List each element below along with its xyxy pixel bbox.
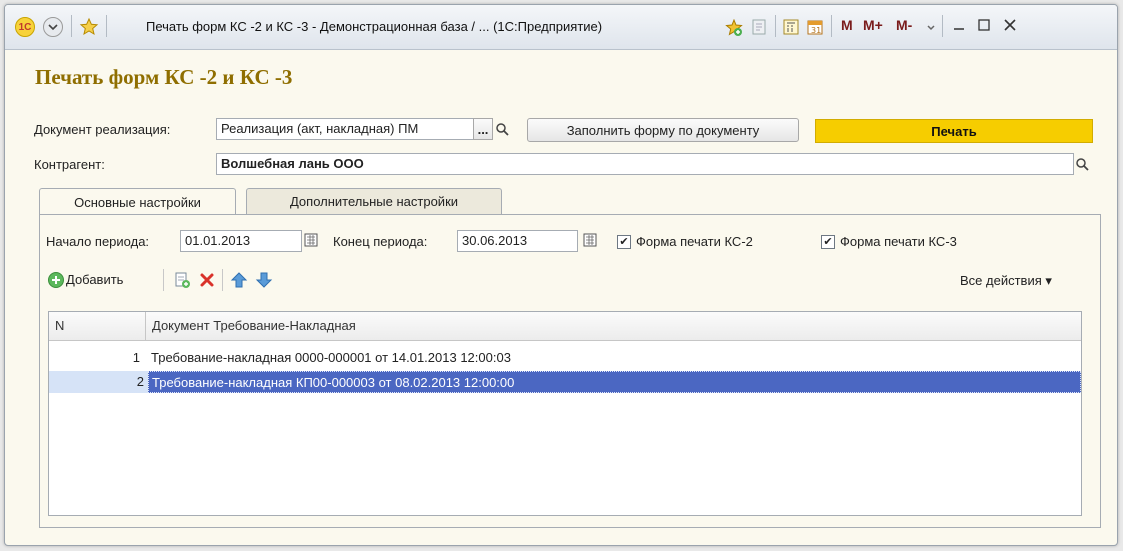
- counterparty-label: Контрагент:: [34, 157, 105, 172]
- counterparty-search-icon[interactable]: [1073, 154, 1091, 174]
- menu-dropdown-icon[interactable]: [43, 17, 63, 37]
- period-start-field[interactable]: 01.01.2013: [180, 230, 302, 252]
- svg-text:31: 31: [811, 26, 821, 35]
- maximize-icon[interactable]: [976, 17, 992, 38]
- add-favorite-icon[interactable]: [725, 18, 743, 36]
- page-title: Печать форм КС -2 и КС -3: [35, 65, 293, 89]
- document-label: Документ реализация:: [34, 122, 171, 137]
- copy-icon[interactable]: [173, 271, 191, 289]
- more-chevron-icon[interactable]: [926, 19, 936, 38]
- period-end-label: Конец периода:: [333, 234, 428, 249]
- table-header: N Документ Требование-Накладная: [49, 312, 1081, 341]
- row-number: 1: [132, 350, 140, 365]
- table-row[interactable]: 1 Требование-накладная 0000-000001 от 14…: [49, 347, 1081, 369]
- column-header-document[interactable]: Документ Требование-Накладная: [146, 312, 1076, 340]
- period-start-label: Начало периода:: [46, 234, 150, 249]
- all-actions-menu[interactable]: Все действия ▾: [960, 273, 1052, 289]
- row-document: Требование-накладная КП00-000003 от 08.0…: [148, 371, 1081, 393]
- add-button[interactable]: Добавить: [66, 272, 123, 287]
- 1c-logo-icon[interactable]: 1С: [15, 17, 35, 37]
- row-document: Требование-накладная 0000-000001 от 14.0…: [151, 350, 511, 365]
- ks2-checkbox[interactable]: ✔: [617, 235, 631, 249]
- row-number: 2: [49, 371, 148, 393]
- move-up-icon[interactable]: [230, 271, 248, 289]
- period-start-calendar-icon[interactable]: [304, 233, 320, 249]
- chevron-down-icon: ▾: [1045, 273, 1052, 288]
- counterparty-field[interactable]: Волшебная лань ООО: [216, 153, 1074, 175]
- ks3-checkbox[interactable]: ✔: [821, 235, 835, 249]
- memory-button-m[interactable]: M: [841, 17, 853, 33]
- period-end-calendar-icon[interactable]: [583, 233, 599, 249]
- column-header-n[interactable]: N: [49, 312, 146, 340]
- period-end-field[interactable]: 30.06.2013: [457, 230, 578, 252]
- print-button[interactable]: Печать: [815, 119, 1093, 143]
- documents-table: N Документ Требование-Накладная 1 Требов…: [48, 311, 1082, 516]
- table-row-selected[interactable]: 2 Требование-накладная КП00-000003 от 08…: [49, 371, 1081, 393]
- all-actions-label: Все действия: [960, 273, 1042, 288]
- move-down-icon[interactable]: [255, 271, 273, 289]
- document-search-icon[interactable]: [493, 119, 511, 139]
- app-window: 1С Печать форм КС -2 и КС -3 - Демонстра…: [4, 4, 1118, 546]
- ks3-label: Форма печати КС-3: [840, 234, 957, 249]
- minimize-icon[interactable]: [951, 17, 967, 38]
- memory-button-mplus[interactable]: M+: [863, 17, 883, 33]
- fill-form-button[interactable]: Заполнить форму по документу: [527, 118, 799, 142]
- document-field[interactable]: Реализация (акт, накладная) ПМ: [216, 118, 474, 140]
- tab-additional-settings[interactable]: Дополнительные настройки: [246, 188, 502, 214]
- history-icon[interactable]: [751, 19, 767, 35]
- delete-icon[interactable]: [198, 271, 216, 289]
- memory-button-mminus[interactable]: M-: [896, 17, 912, 33]
- calculator-icon[interactable]: [783, 19, 799, 35]
- favorites-star-icon[interactable]: [79, 5, 99, 49]
- calendar-icon[interactable]: 31: [807, 19, 823, 35]
- document-select-button[interactable]: ...: [473, 118, 493, 140]
- ks2-label: Форма печати КС-2: [636, 234, 753, 249]
- tab-main-settings[interactable]: Основные настройки: [39, 188, 236, 215]
- add-icon[interactable]: [47, 271, 65, 289]
- close-icon[interactable]: [1002, 17, 1018, 38]
- window-title: Печать форм КС -2 и КС -3 - Демонстрацио…: [146, 19, 603, 34]
- title-bar: 1С Печать форм КС -2 и КС -3 - Демонстра…: [5, 5, 1117, 50]
